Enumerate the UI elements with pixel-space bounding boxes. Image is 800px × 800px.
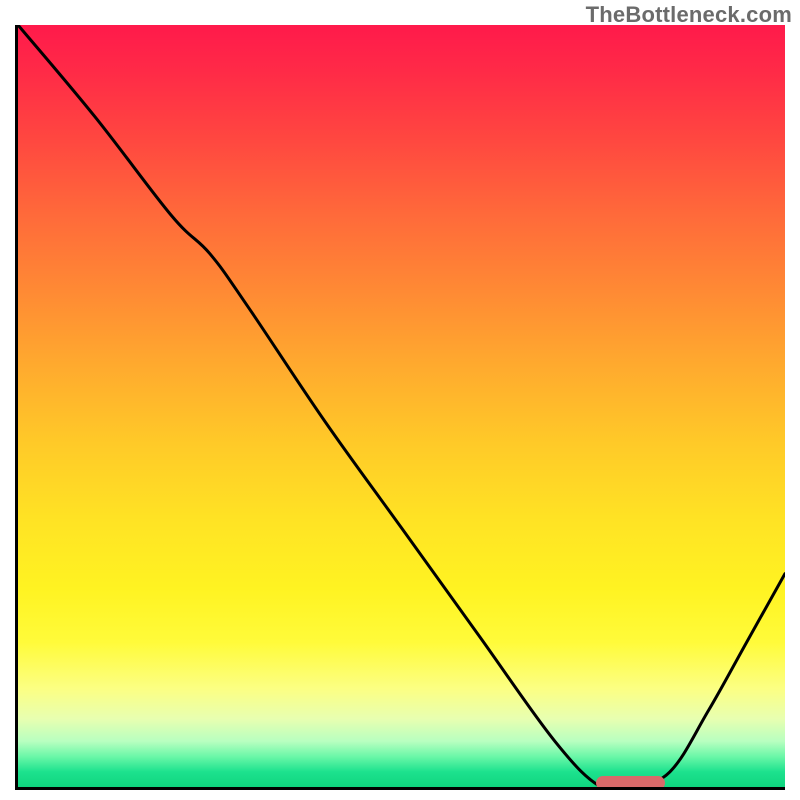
chart-container: TheBottleneck.com [0, 0, 800, 800]
optimal-marker [596, 776, 665, 790]
bottleneck-curve [18, 25, 785, 787]
curve-svg [18, 25, 785, 787]
chart-plot-area [15, 25, 785, 790]
